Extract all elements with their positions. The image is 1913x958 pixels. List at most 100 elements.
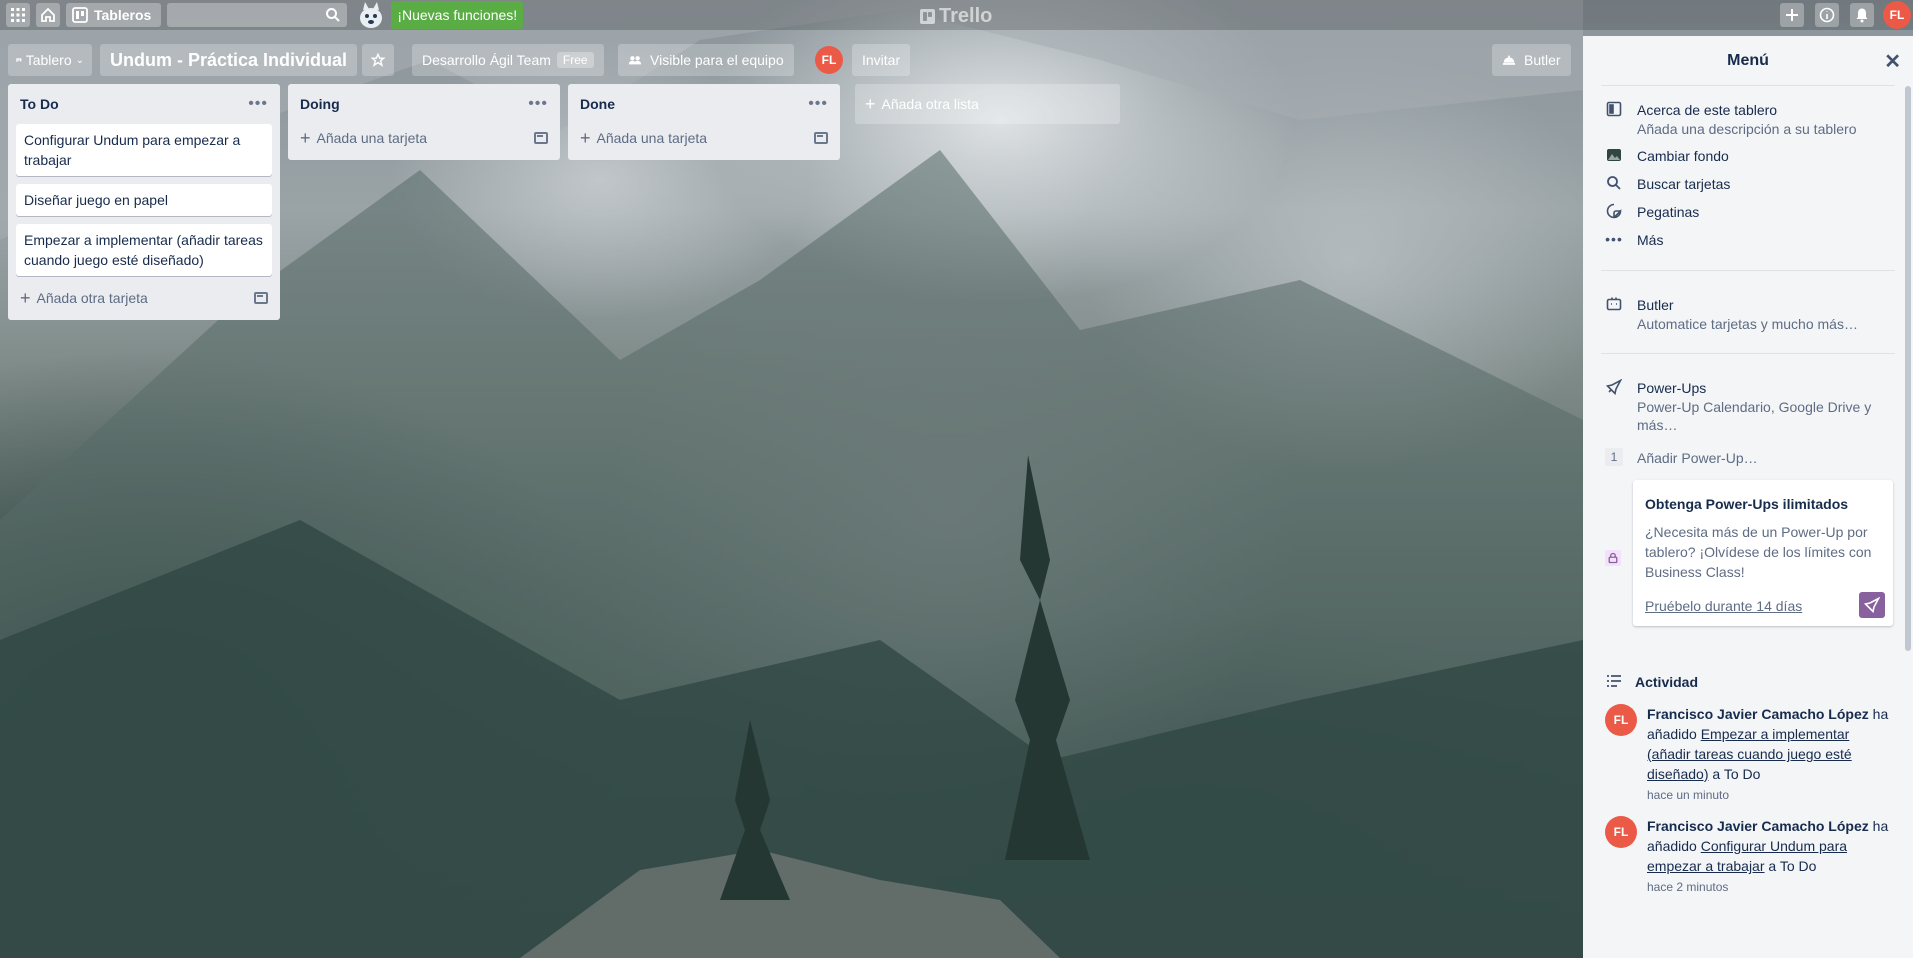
butler-button[interactable]: Butler (1492, 44, 1571, 76)
card[interactable]: Diseñar juego en papel (16, 184, 272, 216)
activity-destination: a To Do (1764, 858, 1817, 874)
activity-item: FL Francisco Javier Camacho López ha aña… (1595, 816, 1901, 896)
menu-scrollbar[interactable] (1905, 86, 1911, 651)
list-header: Done ••• (576, 84, 832, 124)
menu-item-about[interactable]: Acerca de este tablero Añada una descripc… (1595, 96, 1901, 142)
menu-item-change-background[interactable]: Cambiar fondo (1595, 142, 1901, 170)
visibility-button[interactable]: Visible para el equipo (618, 44, 794, 76)
menu-item-label: Butler (1637, 297, 1674, 313)
card[interactable]: Empezar a implementar (añadir tareas cua… (16, 224, 272, 276)
menu-item-sub: Automatice tarjetas y mucho más… (1637, 316, 1858, 332)
home-button[interactable] (36, 3, 60, 27)
card-template-icon[interactable] (814, 132, 828, 144)
member-avatar[interactable]: FL (815, 46, 843, 74)
add-card-label: Añada una tarjeta (596, 130, 708, 146)
promo-title: Obtenga Power-Ups ilimitados (1645, 496, 1849, 512)
menu-item-label: Pegatinas (1637, 204, 1700, 220)
board-title[interactable]: Undum - Práctica Individual (100, 44, 358, 76)
avatar[interactable]: FL (1605, 816, 1637, 848)
activity-user[interactable]: Francisco Javier Camacho López (1647, 818, 1869, 834)
user-avatar[interactable]: FL (1883, 1, 1911, 29)
list-done: Done ••• + Añada una tarjeta (568, 84, 840, 160)
promo-trial-link[interactable]: Pruébelo durante 14 días (1645, 598, 1802, 614)
apps-button[interactable] (6, 3, 30, 27)
star-button[interactable] (362, 44, 394, 76)
promo-send-button[interactable] (1859, 592, 1885, 618)
divider (1601, 270, 1895, 271)
add-powerup-label: Añadir Power-Up… (1637, 450, 1758, 466)
card-template-icon[interactable] (534, 132, 548, 144)
avatar[interactable]: FL (1605, 704, 1637, 736)
plus-icon: + (300, 128, 311, 148)
add-card-label: Añada otra tarjeta (36, 290, 148, 306)
more-icon: ••• (1605, 231, 1623, 247)
board-view-label: Tablero (25, 52, 72, 68)
logo-text: Trello (939, 5, 993, 27)
butler-icon (1606, 297, 1622, 311)
boards-label: Tableros (94, 7, 152, 23)
board-view-icon (16, 58, 22, 62)
team-name: Desarrollo Ágil Team (422, 52, 551, 68)
activity-icon (1607, 675, 1621, 687)
add-powerup-button[interactable]: 1 Añadir Power-Up… (1595, 444, 1901, 472)
menu-item-more[interactable]: ••• Más (1595, 226, 1901, 254)
list-title[interactable]: Done (580, 96, 615, 112)
info-button[interactable] (1815, 3, 1839, 27)
add-card-button[interactable]: + Añada otra tarjeta (16, 284, 272, 312)
menu-item-powerups[interactable]: Power-Ups Power-Up Calendario, Google Dri… (1595, 374, 1901, 438)
divider (1601, 353, 1895, 354)
list-doing: Doing ••• + Añada una tarjeta (288, 84, 560, 160)
team-plan-badge: Free (556, 52, 594, 68)
board-view-switcher[interactable]: Tablero ⌄ (8, 44, 92, 76)
add-card-button[interactable]: + Añada una tarjeta (576, 124, 832, 152)
team-visibility-icon (628, 56, 642, 65)
list-title[interactable]: Doing (300, 96, 340, 112)
lock-icon (1605, 550, 1621, 566)
close-icon[interactable]: ✕ (1884, 52, 1901, 72)
add-card-label: Añada una tarjeta (316, 130, 428, 146)
list-header: Doing ••• (296, 84, 552, 124)
bell-icon (1856, 8, 1868, 23)
list-menu-icon[interactable]: ••• (248, 96, 268, 112)
menu-item-label: Cambiar fondo (1637, 148, 1729, 164)
search-input[interactable] (167, 3, 348, 27)
add-card-button[interactable]: + Añada una tarjeta (296, 124, 552, 152)
card[interactable]: Configurar Undum para empezar a trabajar (16, 124, 272, 176)
menu-item-label: Power-Ups (1637, 380, 1707, 396)
list-menu-icon[interactable]: ••• (808, 96, 828, 112)
menu-item-stickers[interactable]: Pegatinas (1595, 198, 1901, 226)
notifications-button[interactable] (1850, 3, 1874, 27)
menu-item-search-cards[interactable]: Buscar tarjetas (1595, 170, 1901, 198)
boards-button[interactable]: Tableros (66, 3, 162, 27)
add-list-button[interactable]: + Añada otra lista (855, 84, 1120, 124)
list-menu-icon[interactable]: ••• (528, 96, 548, 112)
activity-user[interactable]: Francisco Javier Camacho López (1647, 706, 1869, 722)
invite-button[interactable]: Invitar (852, 44, 911, 76)
trello-icon (920, 9, 935, 24)
activity-time[interactable]: hace 2 minutos (1647, 878, 1893, 896)
list-header: To Do ••• (16, 84, 272, 124)
top-nav-bar: Tableros ¡Nuevas funciones! Trello FL (0, 0, 1913, 30)
menu-item-butler[interactable]: Butler Automatice tarjetas y mucho más… (1595, 291, 1901, 337)
team-button[interactable]: Desarrollo Ágil Team Free (412, 44, 604, 76)
menu-item-sub: Añada una descripción a su tablero (1637, 121, 1857, 137)
activity-time[interactable]: hace un minuto (1647, 786, 1893, 804)
list-title[interactable]: To Do (20, 96, 59, 112)
search-icon (1607, 176, 1621, 190)
plus-icon: + (580, 128, 591, 148)
home-icon (41, 7, 55, 22)
add-list-label: Añada otra lista (881, 96, 979, 112)
trello-logo[interactable]: Trello (920, 5, 992, 28)
powerups-promo-card: Obtenga Power-Ups ilimitados ¿Necesita m… (1633, 480, 1893, 626)
info-icon (1819, 7, 1835, 23)
butler-icon (1502, 55, 1516, 65)
send-icon (1864, 597, 1880, 613)
star-icon (371, 53, 385, 67)
plus-icon: + (20, 288, 31, 308)
new-features-button[interactable]: ¡Nuevas funciones! (391, 1, 524, 29)
create-button[interactable] (1780, 3, 1804, 27)
menu-title: Menú (1727, 51, 1769, 69)
plus-icon (1786, 9, 1798, 21)
butler-label: Butler (1524, 52, 1561, 68)
card-template-icon[interactable] (254, 292, 268, 304)
